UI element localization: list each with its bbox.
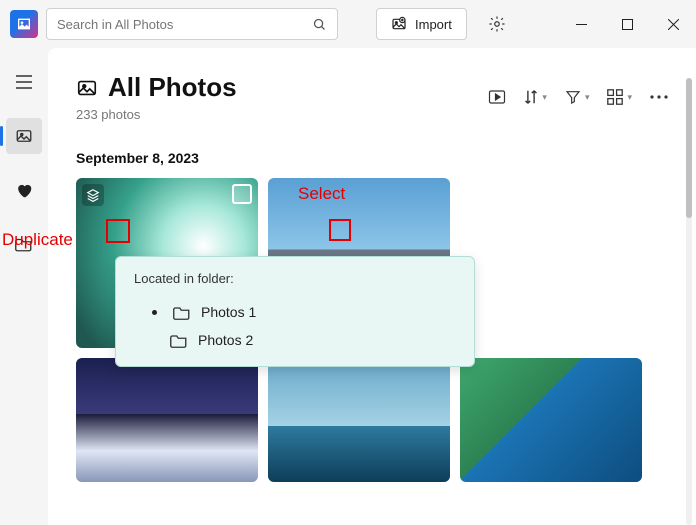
scrollbar[interactable] [686, 78, 692, 525]
minimize-button[interactable] [558, 0, 604, 48]
hamburger-icon [16, 75, 32, 89]
date-group-label: September 8, 2023 [76, 150, 668, 166]
sidebar-item-favorites[interactable] [6, 172, 42, 208]
app-icon [10, 10, 38, 38]
slideshow-button[interactable] [488, 89, 506, 105]
gear-icon [488, 15, 506, 33]
stack-icon [86, 188, 100, 202]
duplicate-badge[interactable] [82, 184, 104, 206]
chevron-down-icon: ▾ [627, 92, 632, 103]
bullet-icon [152, 310, 157, 315]
sidebar-item-all-photos[interactable] [6, 118, 42, 154]
search-box[interactable] [46, 8, 338, 40]
settings-button[interactable] [481, 8, 513, 40]
page-title: All Photos [108, 72, 237, 103]
chevron-down-icon: ▾ [542, 92, 547, 103]
photo-thumbnail[interactable] [268, 358, 450, 482]
hamburger-button[interactable] [6, 64, 42, 100]
filter-icon [565, 89, 581, 105]
tooltip-folder-row: Photos 1 [134, 298, 456, 326]
more-button[interactable] [650, 95, 668, 99]
folder-tooltip: Located in folder: Photos 1 Photos 2 [115, 256, 475, 367]
photo-icon [15, 127, 33, 145]
close-button[interactable] [650, 0, 696, 48]
sidebar-item-folders[interactable] [6, 226, 42, 262]
titlebar: Import [0, 0, 696, 48]
heart-icon [15, 182, 33, 198]
chevron-down-icon: ▾ [585, 92, 590, 103]
sidebar [0, 48, 48, 525]
folder-icon [15, 236, 33, 252]
window-controls [558, 0, 696, 48]
photo-thumbnail[interactable] [76, 358, 258, 482]
import-icon [391, 16, 407, 32]
layout-button[interactable]: ▾ [607, 89, 632, 105]
search-input[interactable] [57, 17, 304, 32]
import-label: Import [415, 17, 452, 32]
tooltip-folder-label: Photos 1 [201, 304, 256, 320]
photo-thumbnail[interactable] [460, 358, 642, 482]
folder-icon [173, 305, 191, 320]
tooltip-folder-row: Photos 2 [134, 326, 456, 354]
ellipsis-icon [650, 95, 668, 99]
filter-button[interactable]: ▾ [565, 89, 590, 105]
search-icon [312, 17, 327, 32]
page-subtitle: 233 photos [76, 107, 237, 122]
grid-icon [607, 89, 623, 105]
tooltip-folder-label: Photos 2 [198, 332, 253, 348]
sort-button[interactable]: ▾ [524, 89, 547, 105]
tooltip-title: Located in folder: [134, 271, 456, 286]
maximize-button[interactable] [604, 0, 650, 48]
folder-icon [170, 333, 188, 348]
photo-icon [76, 77, 98, 99]
view-toolbar: ▾ ▾ ▾ [488, 89, 668, 105]
select-checkbox[interactable] [232, 184, 252, 204]
play-icon [488, 89, 506, 105]
sort-icon [524, 89, 538, 105]
import-button[interactable]: Import [376, 8, 467, 40]
